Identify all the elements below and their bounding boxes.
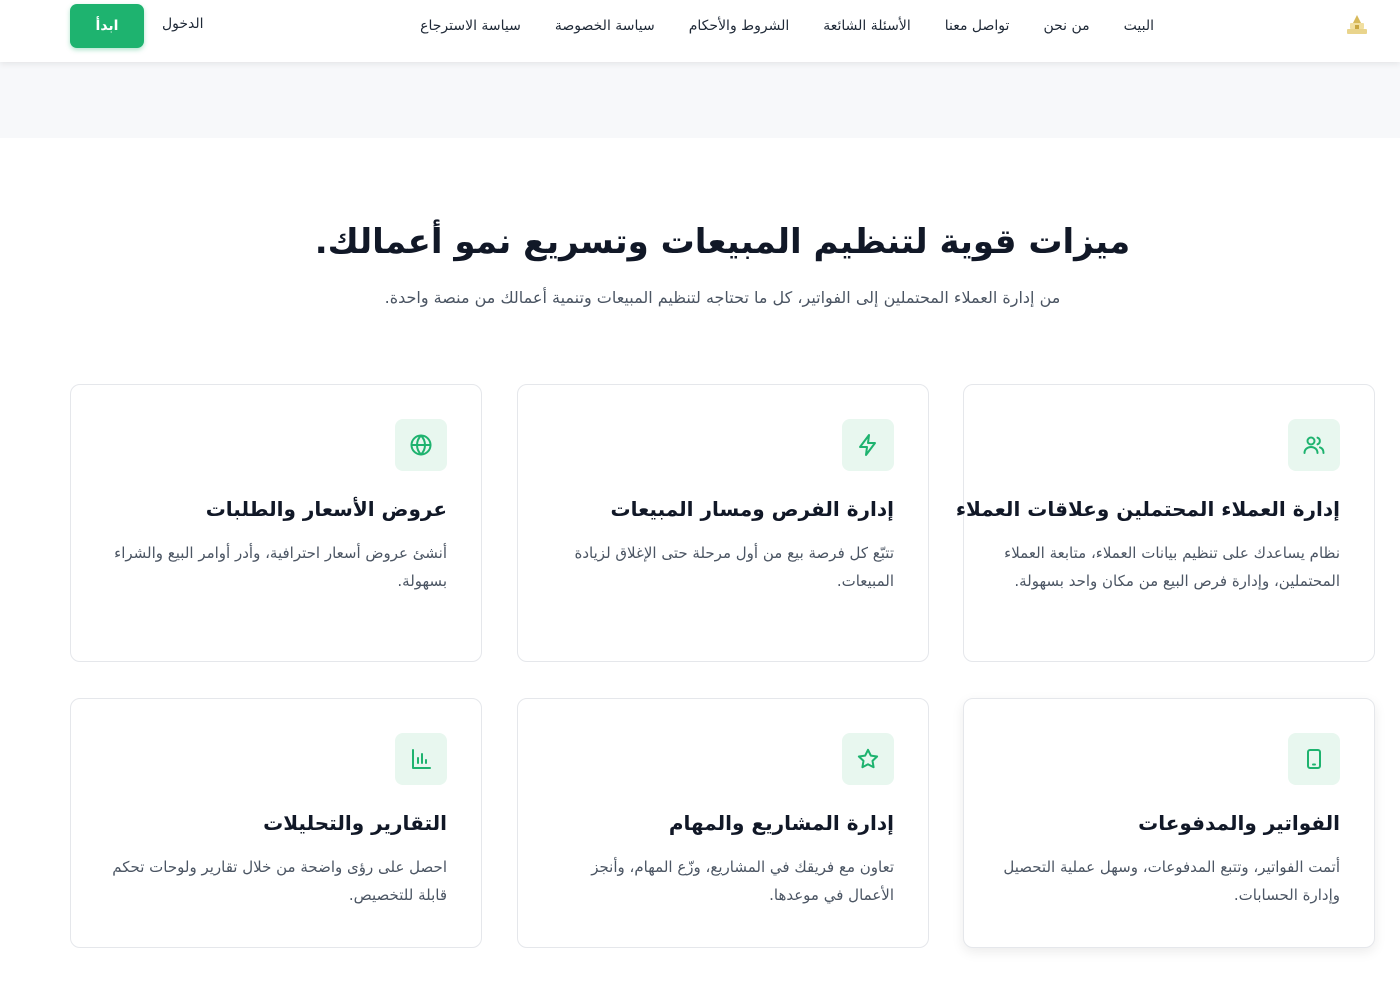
bar-chart-icon [395,733,447,785]
card-title: عروض الأسعار والطلبات [205,497,447,521]
nav-home[interactable]: البيت [1124,18,1154,34]
card-title: إدارة العملاء المحتملين وعلاقات العملاء [955,497,1340,521]
section-title: ميزات قوية لتنظيم المبيعات وتسريع نمو أع… [314,222,1131,262]
feature-card-leads: إدارة العملاء المحتملين وعلاقات العملاء … [955,384,1375,662]
star-icon [842,733,894,785]
card-description: تتبّع كل فرصة بيع من أول مرحلة حتى الإغل… [574,544,894,590]
tablet-icon [1288,733,1340,785]
section-subtitle: من إدارة العملاء المحتملين إلى الفواتير،… [384,288,1061,307]
lightning-icon [842,419,894,471]
hero-band [0,62,1400,138]
main-nav: البيت من نحن تواصل معنا الأسئلة الشائعة … [420,0,1154,52]
logo-icon[interactable] [1344,11,1370,37]
top-navigation-bar: البيت من نحن تواصل معنا الأسئلة الشائعة … [0,0,1400,62]
card-description: أنشئ عروض أسعار احترافية، وأدر أوامر الب… [114,544,447,590]
card-title: إدارة الفرص ومسار المبيعات [610,497,894,521]
globe-icon [395,419,447,471]
feature-card-projects: إدارة المشاريع والمهام تعاون مع فريقك في… [517,698,929,948]
card-title: إدارة المشاريع والمهام [668,811,894,835]
nav-terms[interactable]: الشروط والأحكام [689,18,789,34]
card-title: الفواتير والمدفوعات [1138,811,1340,835]
feature-card-reports: التقارير والتحليلات احصل على رؤى واضحة م… [70,698,482,948]
card-description: احصل على رؤى واضحة من خلال تقارير ولوحات… [112,858,447,904]
feature-card-invoices: الفواتير والمدفوعات أتمت الفواتير، وتتبع… [963,698,1375,948]
start-button[interactable]: ابدأ [70,4,144,48]
card-description: نظام يساعدك على تنظيم بيانات العملاء، مت… [1004,544,1340,590]
card-title: التقارير والتحليلات [263,811,447,835]
card-description: تعاون مع فريقك في المشاريع، وزّع المهام،… [591,858,894,904]
nav-about[interactable]: من نحن [1043,18,1089,34]
users-icon [1288,419,1340,471]
login-link[interactable]: الدخول [162,16,204,32]
feature-card-quotes: عروض الأسعار والطلبات أنشئ عروض أسعار اح… [70,384,482,662]
feature-card-pipeline: إدارة الفرص ومسار المبيعات تتبّع كل فرصة… [517,384,929,662]
nav-refund[interactable]: سياسة الاسترجاع [420,18,521,34]
nav-contact[interactable]: تواصل معنا [945,18,1010,34]
nav-faq[interactable]: الأسئلة الشائعة [823,18,911,34]
card-description: أتمت الفواتير، وتتبع المدفوعات، وسهل عمل… [1003,858,1340,904]
nav-privacy[interactable]: سياسة الخصوصة [555,18,655,34]
